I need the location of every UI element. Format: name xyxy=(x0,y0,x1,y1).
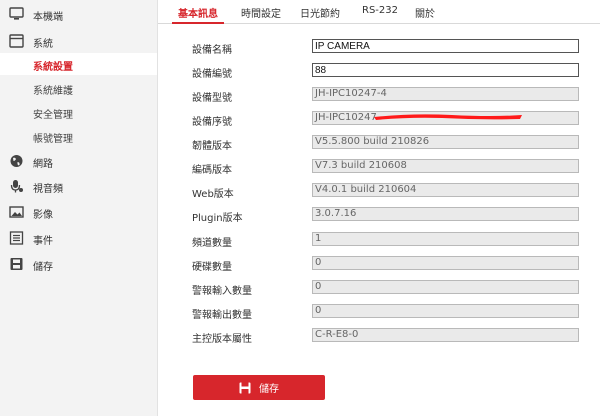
firmware-version-label: 韌體版本 xyxy=(192,141,232,152)
monitor-icon xyxy=(9,7,24,21)
device-number-input[interactable] xyxy=(312,63,579,77)
sidebar-item-system[interactable]: 系統 xyxy=(0,30,157,52)
alarm-input-count-label: 警報輸入數量 xyxy=(192,286,252,297)
sidebar: 本機端 系統 系統設置 系統維護 安全管理 帳號管理 網路 視音頻 影像 事件 … xyxy=(0,0,158,416)
active-tab-indicator xyxy=(172,22,224,24)
alarm-input-count-value: 0 xyxy=(312,280,579,294)
plugin-version-label: Plugin版本 xyxy=(192,213,243,224)
sidebar-subitem-label: 系統維護 xyxy=(33,86,73,97)
sidebar-subitem-system-settings[interactable]: 系統設置 xyxy=(0,53,157,75)
sidebar-item-video-audio[interactable]: 視音頻 xyxy=(0,175,157,197)
sidebar-item-label: 本機端 xyxy=(33,12,63,23)
tab-time-settings[interactable]: 時間設定 xyxy=(241,5,281,20)
storage-icon xyxy=(9,257,24,271)
sidebar-item-label: 網路 xyxy=(33,159,53,170)
globe-icon xyxy=(9,154,24,168)
sidebar-subitem-accounts[interactable]: 帳號管理 xyxy=(0,125,157,147)
tab-about[interactable]: 關於 xyxy=(415,5,435,20)
hdd-count-label: 硬碟數量 xyxy=(192,262,232,273)
channel-count-label: 頻道數量 xyxy=(192,238,232,249)
sidebar-item-network[interactable]: 網路 xyxy=(0,150,157,172)
sidebar-item-storage[interactable]: 儲存 xyxy=(0,253,157,275)
sidebar-subitem-label: 帳號管理 xyxy=(33,134,73,145)
sidebar-item-label: 系統 xyxy=(33,39,53,50)
tab-rs232[interactable]: RS-232 xyxy=(362,5,398,16)
save-icon xyxy=(239,382,251,394)
mcu-version-value: C-R-E8-0 xyxy=(312,328,579,342)
sidebar-item-label: 事件 xyxy=(33,236,53,247)
sidebar-item-event[interactable]: 事件 xyxy=(0,227,157,249)
save-button-label: 儲存 xyxy=(259,384,279,395)
web-version-value: V4.0.1 build 210604 xyxy=(312,183,579,197)
device-model-label: 設備型號 xyxy=(192,93,232,104)
device-model-value: JH-IPC10247-4 xyxy=(312,87,579,101)
web-version-label: Web版本 xyxy=(192,189,234,200)
sidebar-subitem-security[interactable]: 安全管理 xyxy=(0,101,157,123)
sidebar-item-local[interactable]: 本機端 xyxy=(0,3,157,25)
video-audio-icon xyxy=(9,179,24,193)
encoding-version-label: 編碼版本 xyxy=(192,165,232,176)
sidebar-subitem-label: 安全管理 xyxy=(33,110,73,121)
device-name-input[interactable] xyxy=(312,39,579,53)
encoding-version-value: V7.3 build 210608 xyxy=(312,159,579,173)
alarm-output-count-label: 警報輸出數量 xyxy=(192,310,252,321)
firmware-version-value: V5.5.800 build 210826 xyxy=(312,135,579,149)
channel-count-value: 1 xyxy=(312,232,579,246)
sidebar-subitem-system-maintenance[interactable]: 系統維護 xyxy=(0,77,157,99)
sidebar-item-label: 視音頻 xyxy=(33,184,63,195)
device-serial-label: 設備序號 xyxy=(192,117,232,128)
alarm-output-count-value: 0 xyxy=(312,304,579,318)
device-number-label: 設備編號 xyxy=(192,69,232,80)
sidebar-item-label: 儲存 xyxy=(33,262,53,273)
image-icon xyxy=(9,205,24,219)
system-window-icon xyxy=(9,34,24,48)
tab-basic-info[interactable]: 基本訊息 xyxy=(178,5,218,20)
save-button[interactable]: 儲存 xyxy=(193,375,325,400)
redaction-scribble xyxy=(374,114,522,120)
plugin-version-value: 3.0.7.16 xyxy=(312,207,579,221)
event-list-icon xyxy=(9,231,24,245)
device-name-label: 設備名稱 xyxy=(192,45,232,56)
tab-daylight-saving[interactable]: 日光節約 xyxy=(300,5,340,20)
sidebar-item-label: 影像 xyxy=(33,210,53,221)
mcu-version-label: 主控版本屬性 xyxy=(192,334,252,345)
sidebar-subitem-label: 系統設置 xyxy=(33,62,73,73)
sidebar-item-image[interactable]: 影像 xyxy=(0,201,157,223)
hdd-count-value: 0 xyxy=(312,256,579,270)
